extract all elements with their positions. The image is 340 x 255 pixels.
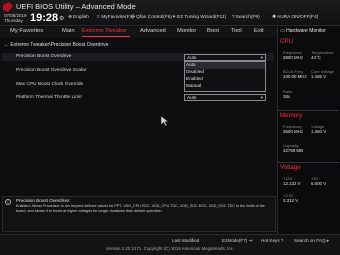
wand-icon: ✦: [172, 15, 177, 20]
language-button[interactable]: ⊕English: [68, 15, 89, 20]
help-icon: ?: [280, 238, 284, 243]
precision-boost-overdrive-select[interactable]: Auto ▾: [184, 54, 266, 61]
setting-pbo-scalar[interactable]: Precision Boost Overdrive Scalar: [16, 68, 86, 73]
fan-icon: ✣: [131, 15, 136, 20]
help-title: Precision Boost Overdrive:: [16, 198, 71, 203]
dropdown-option-auto[interactable]: Auto: [186, 62, 195, 67]
setting-platform-thermal-throttle-limit[interactable]: Platform Thermal Throttle Limit: [16, 95, 82, 100]
active-tab-underline: [82, 36, 130, 37]
search-icon: ?: [232, 15, 235, 20]
help-body: Enabled: Allows Processor to run beyond …: [16, 204, 265, 213]
search-on-faq-button[interactable]: Search on FAQ ▸: [294, 238, 329, 244]
date-block: 07/05/2019 Thursday: [4, 13, 27, 23]
dropdown-option-enabled[interactable]: Enabled: [186, 76, 203, 81]
tab-extreme-tweaker[interactable]: Extreme Tweaker: [82, 28, 127, 34]
breadcrumb[interactable]: ← Extreme Tweaker\Precision Boost Overdr…: [4, 42, 108, 48]
mouse-cursor-icon: [160, 115, 170, 127]
search-button[interactable]: ?Search(F9): [232, 15, 260, 20]
hardware-monitor-title: ▭ Hardware Monitor: [280, 28, 326, 34]
12v-value: 12.132 V: [283, 181, 301, 186]
chevron-down-icon: ▾: [260, 55, 263, 60]
tab-tool[interactable]: Tool: [231, 28, 242, 34]
exit-arrow-icon: ⇥: [248, 238, 253, 243]
hot-keys-button[interactable]: Hot Keys ?: [261, 238, 283, 243]
last-modified-button[interactable]: Last Modified: [172, 238, 199, 243]
hw-divider: [278, 110, 339, 111]
bclk-freq-value: 100.00 MHz: [283, 74, 307, 79]
faq-icon: ▸: [326, 238, 330, 243]
bottom-bar: [0, 234, 340, 255]
tab-boot[interactable]: Boot: [207, 28, 219, 34]
clock-settings-icon[interactable]: ⚙: [59, 15, 64, 22]
tab-monitor[interactable]: Monitor: [177, 28, 196, 34]
ez-tuning-wizard-button[interactable]: ✦EZ Tuning Wizard(F11): [172, 15, 226, 20]
aura-icon: ✺: [272, 15, 277, 20]
info-icon: i: [5, 199, 11, 205]
clock: 19:28: [30, 12, 59, 24]
hw-section-voltage: Voltage: [280, 164, 301, 171]
platform-thermal-throttle-limit-select[interactable]: Auto ▾: [184, 94, 266, 101]
ratio-value: 38x: [283, 94, 291, 99]
hw-section-cpu: CPU: [280, 38, 294, 45]
tab-advanced[interactable]: Advanced: [140, 28, 166, 34]
ezmode-button[interactable]: EzMode(F7) ⇥: [222, 238, 252, 244]
3v3-value: 3.312 V: [283, 198, 299, 203]
dropdown-option-manual[interactable]: Manual: [186, 83, 201, 88]
hw-section-memory: Memory: [280, 112, 303, 119]
memory-frequency-value: 3600 MHz: [283, 129, 304, 134]
cpu-frequency-value: 3800 MHz: [283, 55, 304, 60]
my-favorite-button[interactable]: ☆MyFavorite(F3): [96, 15, 134, 20]
tab-my-favorites[interactable]: My Favorites: [10, 28, 43, 34]
memory-voltage-value: 1.360 V: [311, 129, 327, 134]
tab-exit[interactable]: Exit: [254, 28, 264, 34]
memory-capacity-value: 32768 MB: [283, 148, 304, 153]
app-title: UEFI BIOS Utility – Advanced Mode: [16, 2, 136, 11]
dropdown-option-highlight: [185, 62, 265, 69]
version-text: Version 2.20.1271. Copyright (C) 2019 Am…: [105, 246, 235, 251]
dropdown-option-disabled[interactable]: Disabled: [186, 69, 204, 74]
tab-main[interactable]: Main: [62, 28, 75, 34]
setting-precision-boost-overdrive[interactable]: Precision Boost Overdrive: [16, 54, 71, 59]
cpu-temperature-value: 44°C: [311, 55, 321, 60]
star-icon: ☆: [96, 15, 101, 20]
day: Thursday: [4, 18, 23, 23]
core-voltage-value: 1.465 V: [311, 74, 327, 79]
hw-divider: [278, 162, 339, 163]
qfan-control-button[interactable]: ✣Qfan Control(F6): [131, 15, 172, 20]
globe-icon: ⊕: [68, 15, 73, 20]
aura-toggle-button[interactable]: ✺AURA ON/OFF(F4): [272, 15, 318, 20]
setting-max-cpu-boost-clock-override[interactable]: Max CPU Boost Clock Override: [16, 82, 83, 87]
5v-value: 5.000 V: [311, 181, 327, 186]
chevron-down-icon: ▾: [260, 95, 263, 100]
